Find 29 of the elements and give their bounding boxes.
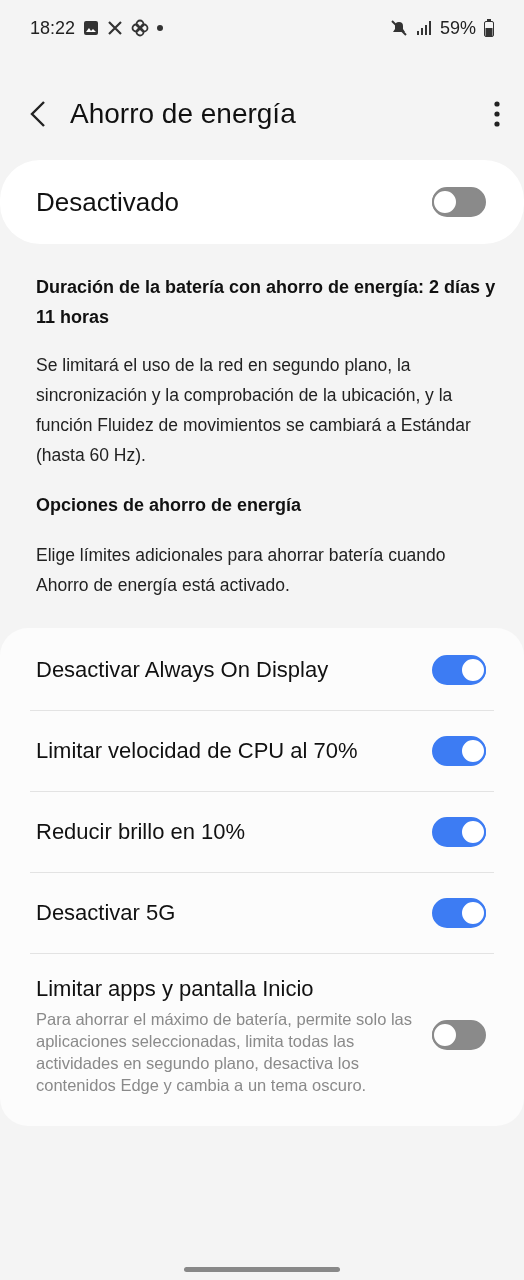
- option-switch[interactable]: [432, 817, 486, 847]
- dot-icon: [157, 25, 164, 31]
- signal-icon: [415, 20, 432, 36]
- page-title: Ahorro de energía: [70, 98, 297, 130]
- battery-icon: [484, 19, 494, 37]
- options-description: Elige límites adicionales para ahorrar batería cuando Ahorro de energía está activado.: [36, 544, 447, 597]
- option-label: Desactivar 5G: [36, 899, 177, 927]
- option-switch[interactable]: [432, 736, 486, 766]
- battery-duration: Duración de la batería con ahorro de energía: 2 días y 11 horas: [36, 276, 496, 329]
- option-switch[interactable]: [432, 1020, 486, 1050]
- master-switch-label: Desactivado: [36, 186, 181, 218]
- description-text: Se limitará el uso de la red en segundo plano, la sincronización y la comprobación de la ubicación, y la función Fluidez de movimientos se cambiará a Estándar (hasta 60 Hz).: [36, 354, 472, 467]
- battery-percent: 59%: [439, 17, 476, 39]
- x-icon: [107, 20, 124, 36]
- option-switch[interactable]: [432, 655, 486, 685]
- option-label: Desactivar Always On Display: [36, 656, 330, 684]
- master-switch[interactable]: [432, 187, 486, 217]
- option-label: Reducir brillo en 10%: [36, 818, 247, 846]
- back-icon[interactable]: [30, 100, 46, 128]
- more-options-icon[interactable]: [494, 101, 500, 127]
- option-label: Limitar apps y pantalla Inicio: [36, 975, 315, 1003]
- options-heading: Opciones de ahorro de energía: [36, 494, 303, 517]
- mute-icon: [389, 19, 408, 37]
- status-time: 18:22: [30, 17, 76, 39]
- image-icon: [83, 20, 100, 36]
- option-description: Para ahorrar el máximo de batería, permite solo las aplicaciones seleccionadas, limita todas las actividades en segundo plano, desactiva los contenidos Edge y cambia a un tema oscuro.: [36, 1009, 413, 1096]
- option-label: Limitar velocidad de CPU al 70%: [36, 737, 359, 765]
- option-switch[interactable]: [432, 898, 486, 928]
- pinwheel-icon: [131, 19, 150, 37]
